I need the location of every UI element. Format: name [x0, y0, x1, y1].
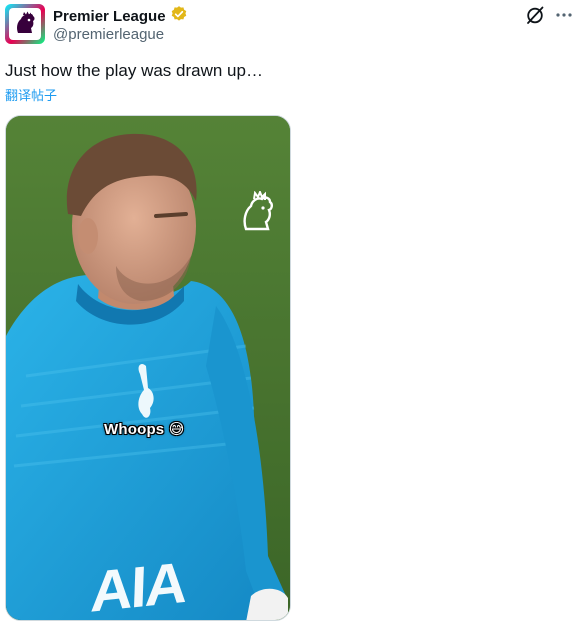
tweet-text: Just how the play was drawn up…: [5, 61, 263, 80]
video-media[interactable]: AIA Whoops 😅: [5, 115, 291, 621]
translate-post-link[interactable]: 翻译帖子: [5, 85, 57, 104]
video-caption: Whoops 😅: [104, 421, 185, 438]
premier-league-lion-icon: [240, 191, 276, 233]
tweet: Premier League @premierleague Just how t…: [0, 0, 582, 625]
author-handle[interactable]: @premierleague: [53, 26, 164, 43]
more-horizontal-icon[interactable]: [554, 5, 574, 25]
premier-league-lion-icon: [9, 8, 41, 40]
verified-badge-icon: [170, 5, 188, 28]
author-name-row: Premier League: [53, 5, 188, 28]
author-avatar[interactable]: [5, 4, 45, 44]
kit-sponsor-logo: AIA: [89, 550, 187, 621]
grok-icon[interactable]: [525, 5, 545, 25]
display-name[interactable]: Premier League: [53, 8, 166, 25]
